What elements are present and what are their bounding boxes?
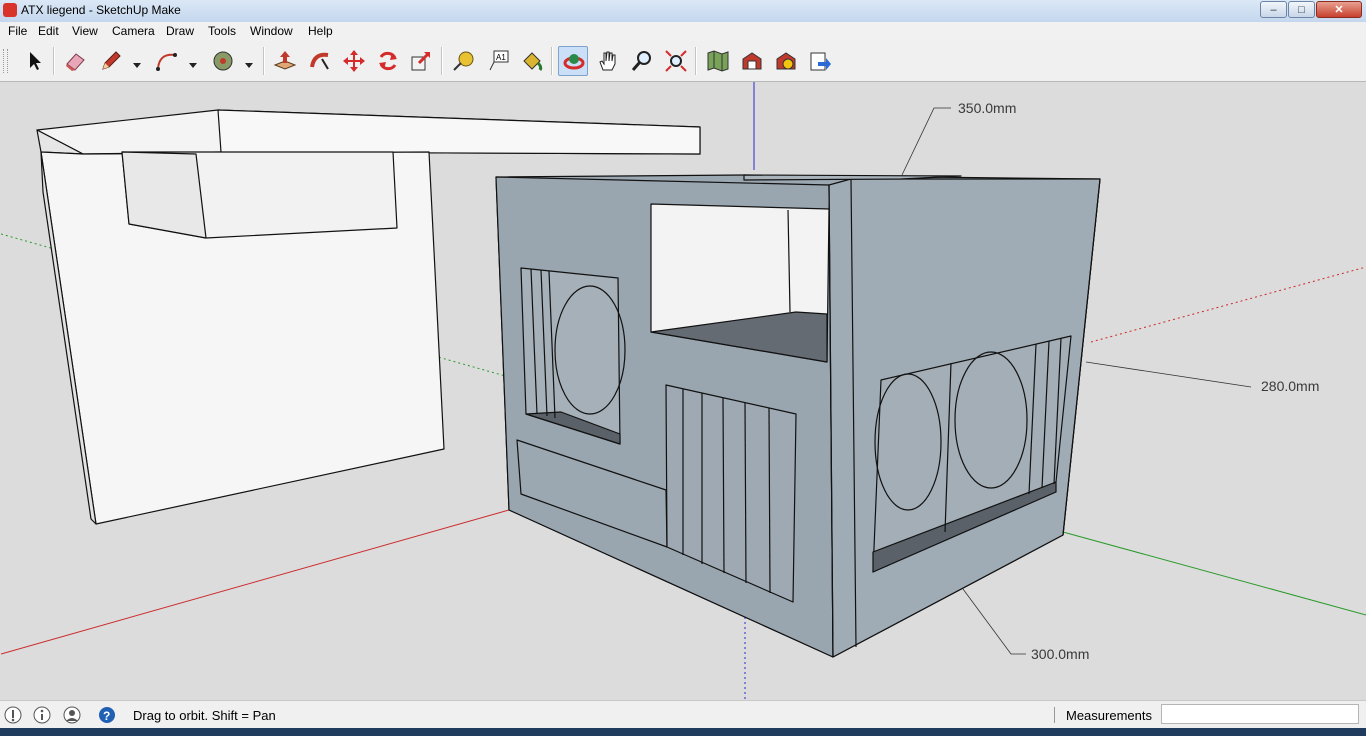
rotate-icon <box>379 51 397 71</box>
menu-bar: File Edit View Camera Draw Tools Window … <box>0 22 1366 41</box>
toolbar-separator <box>695 47 697 75</box>
paint-bucket-tool-button[interactable] <box>517 46 547 76</box>
menu-draw[interactable]: Draw <box>166 24 194 38</box>
arrow-cursor-icon <box>30 52 41 70</box>
minimize-button[interactable]: – <box>1260 1 1287 18</box>
paint-tool-button[interactable] <box>208 46 238 76</box>
toolbar-separator <box>53 47 55 75</box>
menu-file[interactable]: File <box>8 24 27 38</box>
large-toolset-toolbar: A1 <box>0 41 1366 82</box>
share-icon <box>810 52 831 71</box>
title-bar: ATX liegend - SketchUp Make – □ ✕ <box>0 0 1366 23</box>
magnifier-icon <box>631 51 651 71</box>
close-button[interactable]: ✕ <box>1316 1 1362 18</box>
orbit-icon <box>563 54 585 70</box>
dimension-label-right[interactable]: 280.0mm <box>1261 378 1319 394</box>
scale-icon <box>411 51 431 71</box>
scene-canvas <box>1 82 1366 699</box>
window-title: ATX liegend - SketchUp Make <box>21 3 181 17</box>
text-tool-button[interactable]: A1 <box>483 46 513 76</box>
paint-bucket-icon <box>523 52 543 71</box>
red-axis <box>1 509 510 655</box>
menu-window[interactable]: Window <box>250 24 293 38</box>
pencil-icon <box>102 51 121 70</box>
menu-view[interactable]: View <box>72 24 98 38</box>
help-question-icon[interactable]: ? <box>98 706 116 724</box>
measurements-input[interactable] <box>1161 704 1359 724</box>
menu-help[interactable]: Help <box>308 24 333 38</box>
menu-edit[interactable]: Edit <box>38 24 59 38</box>
move-icon <box>343 50 365 72</box>
tape-measure-tool-button[interactable] <box>449 46 479 76</box>
arc-tool-button[interactable] <box>152 46 182 76</box>
hand-icon <box>599 51 616 71</box>
select-tool-button[interactable] <box>18 46 48 76</box>
orbit-tool-button[interactable] <box>558 46 588 76</box>
push-pull-tool-button[interactable] <box>270 46 300 76</box>
chevron-down-icon <box>133 63 141 68</box>
toolbar-grip[interactable] <box>3 49 8 73</box>
pan-tool-button[interactable] <box>593 46 623 76</box>
follow-me-icon <box>310 52 329 70</box>
3d-warehouse-button[interactable] <box>737 46 767 76</box>
pencil-dropdown[interactable] <box>132 57 142 68</box>
arc-dropdown[interactable] <box>188 57 198 68</box>
maximize-button[interactable]: □ <box>1288 1 1315 18</box>
chevron-down-icon <box>245 63 253 68</box>
status-separator <box>1054 707 1055 723</box>
zoom-extents-icon <box>665 50 687 72</box>
svg-text:A1: A1 <box>496 53 506 62</box>
share-model-button[interactable] <box>805 46 835 76</box>
toolbar-separator <box>441 47 443 75</box>
arc-icon <box>156 53 177 71</box>
pencil-tool-button[interactable] <box>96 46 126 76</box>
chevron-down-icon <box>189 63 197 68</box>
components-button[interactable] <box>703 46 733 76</box>
menu-tools[interactable]: Tools <box>208 24 236 38</box>
green-axis <box>1062 531 1366 616</box>
credits-info-icon[interactable] <box>33 706 51 724</box>
push-pull-icon <box>273 51 297 70</box>
menu-camera[interactable]: Camera <box>112 24 155 38</box>
windows-taskbar <box>0 728 1366 736</box>
paint-dropdown[interactable] <box>244 57 254 68</box>
zoom-tool-button[interactable] <box>627 46 657 76</box>
move-tool-button[interactable] <box>339 46 369 76</box>
map-icon <box>707 50 729 72</box>
red-axis-dashed <box>1090 266 1366 343</box>
eraser-icon <box>66 53 85 71</box>
follow-me-tool-button[interactable] <box>305 46 335 76</box>
sketchup-app-icon[interactable] <box>3 3 17 17</box>
status-hint-text: Drag to orbit. Shift = Pan <box>133 708 276 723</box>
measurements-label: Measurements <box>1066 708 1152 723</box>
status-bar: ? Drag to orbit. Shift = Pan Measurement… <box>0 700 1366 729</box>
geo-location-icon[interactable] <box>4 706 22 724</box>
warehouse-icon <box>742 52 762 70</box>
dimension-label-top[interactable]: 350.0mm <box>958 100 1016 116</box>
extension-icon <box>776 52 796 70</box>
toolbar-separator <box>263 47 265 75</box>
extension-warehouse-button[interactable] <box>771 46 801 76</box>
eraser-tool-button[interactable] <box>60 46 90 76</box>
toolbar-separator <box>551 47 553 75</box>
scale-tool-button[interactable] <box>406 46 436 76</box>
color-wheel-icon <box>213 51 233 71</box>
modeling-viewport[interactable]: 350.0mm 280.0mm 300.0mm <box>1 82 1366 699</box>
atx-case-model <box>495 174 1101 658</box>
zoom-extents-tool-button[interactable] <box>661 46 691 76</box>
dimension-label-bottom[interactable]: 300.0mm <box>1031 646 1089 662</box>
user-account-icon[interactable] <box>63 706 81 724</box>
text-label-icon: A1 <box>489 50 509 71</box>
tape-measure-icon <box>453 51 474 71</box>
svg-text:?: ? <box>103 709 110 723</box>
rotate-tool-button[interactable] <box>373 46 403 76</box>
